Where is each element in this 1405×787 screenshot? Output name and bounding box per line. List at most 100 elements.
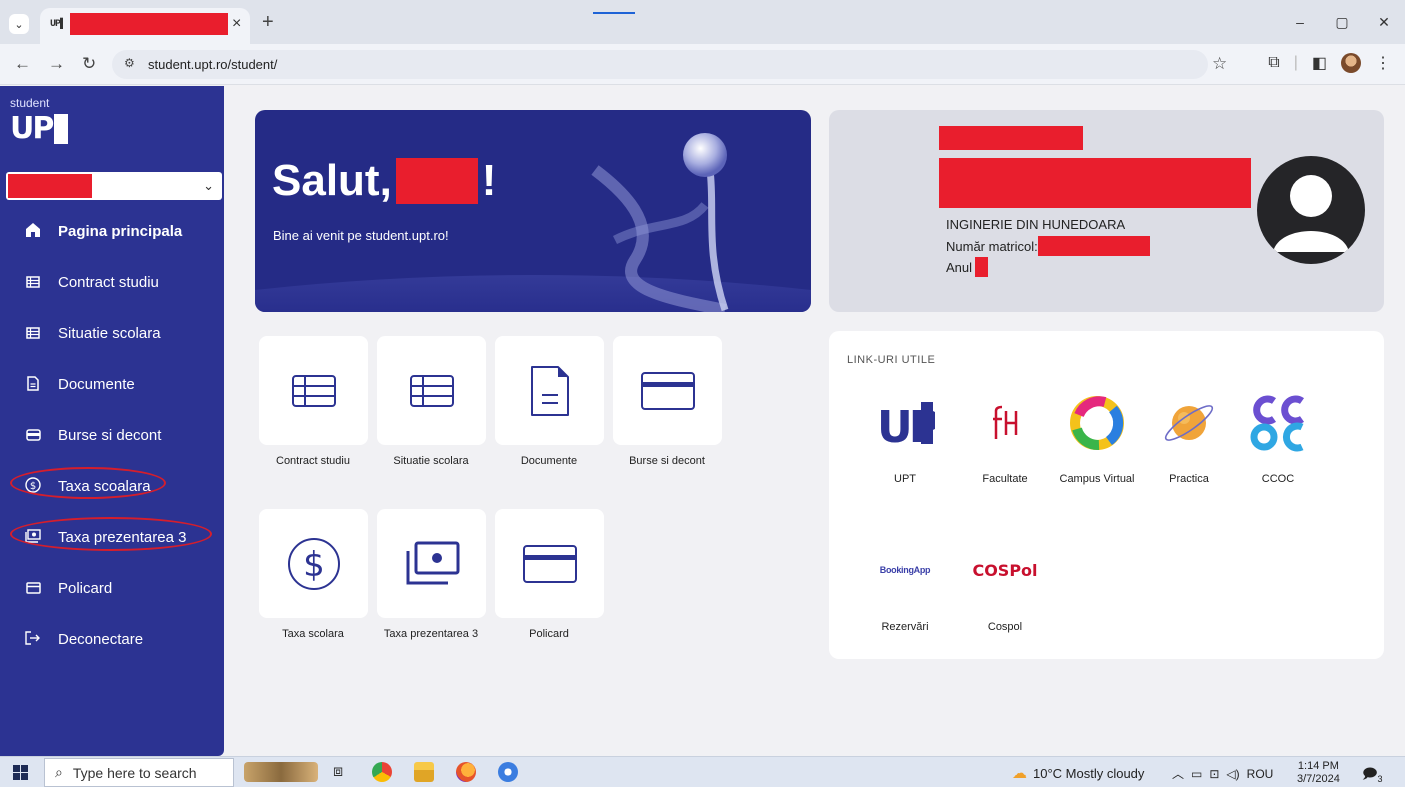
taskbar-clock[interactable]: 1:14 PM 3/7/2024 <box>1297 760 1340 786</box>
welcome-banner: Salut, ! Bine ai venit pe student.upt.ro… <box>255 110 811 312</box>
taskbar-search-box[interactable]: ⌕ Type here to search <box>44 758 234 787</box>
sidebar-item-label: Contract studiu <box>58 274 159 291</box>
bookmark-star-icon[interactable]: ☆ <box>1212 54 1227 74</box>
year-label: Anul <box>946 259 973 275</box>
close-window-button[interactable]: ✕ <box>1363 0 1405 44</box>
network-icon[interactable]: ⊡ <box>1209 767 1219 781</box>
booking-app-logo: BookingApp <box>879 565 931 575</box>
address-bar[interactable]: ⚙ student.upt.ro/student/ <box>112 50 1208 79</box>
user-silhouette-icon <box>1273 175 1349 252</box>
notification-count: 3 <box>1377 773 1383 784</box>
search-highlight-image[interactable] <box>244 762 318 782</box>
profile-avatar-icon[interactable] <box>1341 53 1361 73</box>
firefox-icon[interactable] <box>456 762 476 782</box>
sidebar-item-situatie-scolara[interactable]: Situatie scolara <box>0 308 224 359</box>
tile-burse-si-decont[interactable] <box>613 336 722 445</box>
greeting-heading: Salut, ! <box>272 156 496 206</box>
link-label: Facultate <box>982 473 1028 485</box>
useful-links-title: LINK-URI UTILE <box>847 354 936 366</box>
browser-tab[interactable]: UP▌ × <box>40 8 250 44</box>
link-ccoc[interactable] <box>1243 393 1313 453</box>
logout-icon <box>24 631 42 648</box>
file-explorer-icon[interactable] <box>414 762 434 782</box>
url-text[interactable]: student.upt.ro/student/ <box>148 57 277 72</box>
show-hidden-icons-icon[interactable]: ︿ <box>1172 765 1184 782</box>
tile-label: Taxa prezentarea 3 <box>383 628 479 640</box>
table-icon <box>291 374 336 407</box>
link-label: Campus Virtual <box>1059 473 1135 485</box>
menu-kebab-icon[interactable]: ⋮ <box>1375 53 1391 73</box>
annotation-circle-taxa-scoalara <box>10 467 166 499</box>
volume-icon[interactable]: ◁) <box>1226 767 1239 781</box>
restore-button[interactable]: ▢ <box>1321 0 1363 44</box>
tile-label: Documente <box>520 455 578 467</box>
sidebar-item-label: Policard <box>58 580 113 597</box>
list-icon <box>24 326 42 342</box>
notification-center-icon[interactable]: 🗩3 <box>1362 763 1383 787</box>
home-icon <box>24 222 42 241</box>
weather-widget[interactable]: ☁ 10°C Mostly cloudy <box>1012 764 1144 782</box>
sidebar-item-label: Documente <box>58 376 135 393</box>
upt-logo[interactable]: UP <box>10 114 69 144</box>
money-icon <box>406 541 459 584</box>
link-label: UPT <box>894 473 916 485</box>
search-icon: ⌕ <box>55 764 63 780</box>
tab-search-dropdown-icon[interactable]: ⌄ <box>9 14 29 34</box>
link-facultate[interactable] <box>970 393 1040 453</box>
tile-documente[interactable] <box>495 336 604 445</box>
task-view-icon[interactable]: ⧈ <box>333 763 343 781</box>
sidebar-item-burse-si-decont[interactable]: Burse si decont <box>0 410 224 461</box>
chrome-icon[interactable] <box>372 762 392 782</box>
tile-taxa-scolara[interactable]: $ <box>259 509 368 618</box>
study-year: Anul <box>946 257 989 277</box>
link-campus-virtual[interactable] <box>1062 393 1132 453</box>
minimize-button[interactable]: – <box>1279 0 1321 44</box>
tile-policard[interactable] <box>495 509 604 618</box>
windows-start-icon[interactable] <box>13 765 28 780</box>
sidebar-item-contract-studiu[interactable]: Contract studiu <box>0 257 224 308</box>
document-icon <box>24 375 42 394</box>
site-info-icon[interactable]: ⚙ <box>124 56 135 70</box>
matricol-number: Număr matricol: <box>946 236 1150 256</box>
redacted-year <box>975 257 989 277</box>
avatar <box>1257 156 1365 264</box>
redacted-matricol <box>1037 236 1150 256</box>
toolbar-divider: | <box>1293 54 1298 71</box>
reload-icon[interactable]: ↻ <box>82 54 96 74</box>
new-tab-button[interactable]: + <box>262 11 274 34</box>
sidebar-item-deconectare[interactable]: Deconectare <box>0 614 224 665</box>
chevron-down-icon: ⌄ <box>203 178 214 193</box>
tile-taxa-prezentarea-3[interactable] <box>377 509 486 618</box>
language-indicator[interactable]: ROU <box>1247 767 1274 781</box>
sidebar-brand-caption: student <box>10 96 50 110</box>
tile-situatie-scolara[interactable] <box>377 336 486 445</box>
battery-icon[interactable]: ▭ <box>1191 767 1202 781</box>
tile-contract-studiu[interactable] <box>259 336 368 445</box>
link-practica[interactable] <box>1154 393 1224 453</box>
extensions-icon[interactable]: ⧉ <box>1268 54 1279 72</box>
greeting-prefix: Salut, <box>272 156 392 205</box>
link-label: CCOC <box>1261 473 1295 485</box>
browser-tab-bar: ⌄ UP▌ × + – ▢ ✕ <box>0 0 1405 44</box>
svg-text:$: $ <box>303 545 325 585</box>
annotation-circle-taxa-prezentarea <box>10 517 212 551</box>
back-icon[interactable]: ← <box>14 54 31 74</box>
cloud-sun-icon: ☁ <box>1012 765 1027 782</box>
side-panel-icon[interactable]: ◧ <box>1312 53 1327 73</box>
link-upt[interactable]: UP <box>870 393 940 453</box>
program-select[interactable]: ⌄ <box>6 172 222 200</box>
link-rezervari[interactable]: BookingApp <box>870 540 940 600</box>
sidebar-item-documente[interactable]: Documente <box>0 359 224 410</box>
sidebar-item-policard[interactable]: Policard <box>0 563 224 614</box>
sidebar-item-pagina-principala[interactable]: Pagina principala <box>0 206 224 257</box>
thunderbird-icon[interactable] <box>498 762 518 782</box>
window-controls: – ▢ ✕ <box>1279 0 1405 44</box>
tab-close-icon[interactable]: × <box>232 15 241 33</box>
link-cospol[interactable]: COSPol <box>970 540 1040 600</box>
link-label: Cospol <box>987 621 1023 633</box>
forward-icon[interactable]: → <box>48 54 65 74</box>
practica-logo <box>1164 405 1214 441</box>
table-icon <box>409 374 454 407</box>
tile-label: Burse si decont <box>629 455 705 467</box>
sidebar-item-label: Pagina principala <box>58 223 183 240</box>
